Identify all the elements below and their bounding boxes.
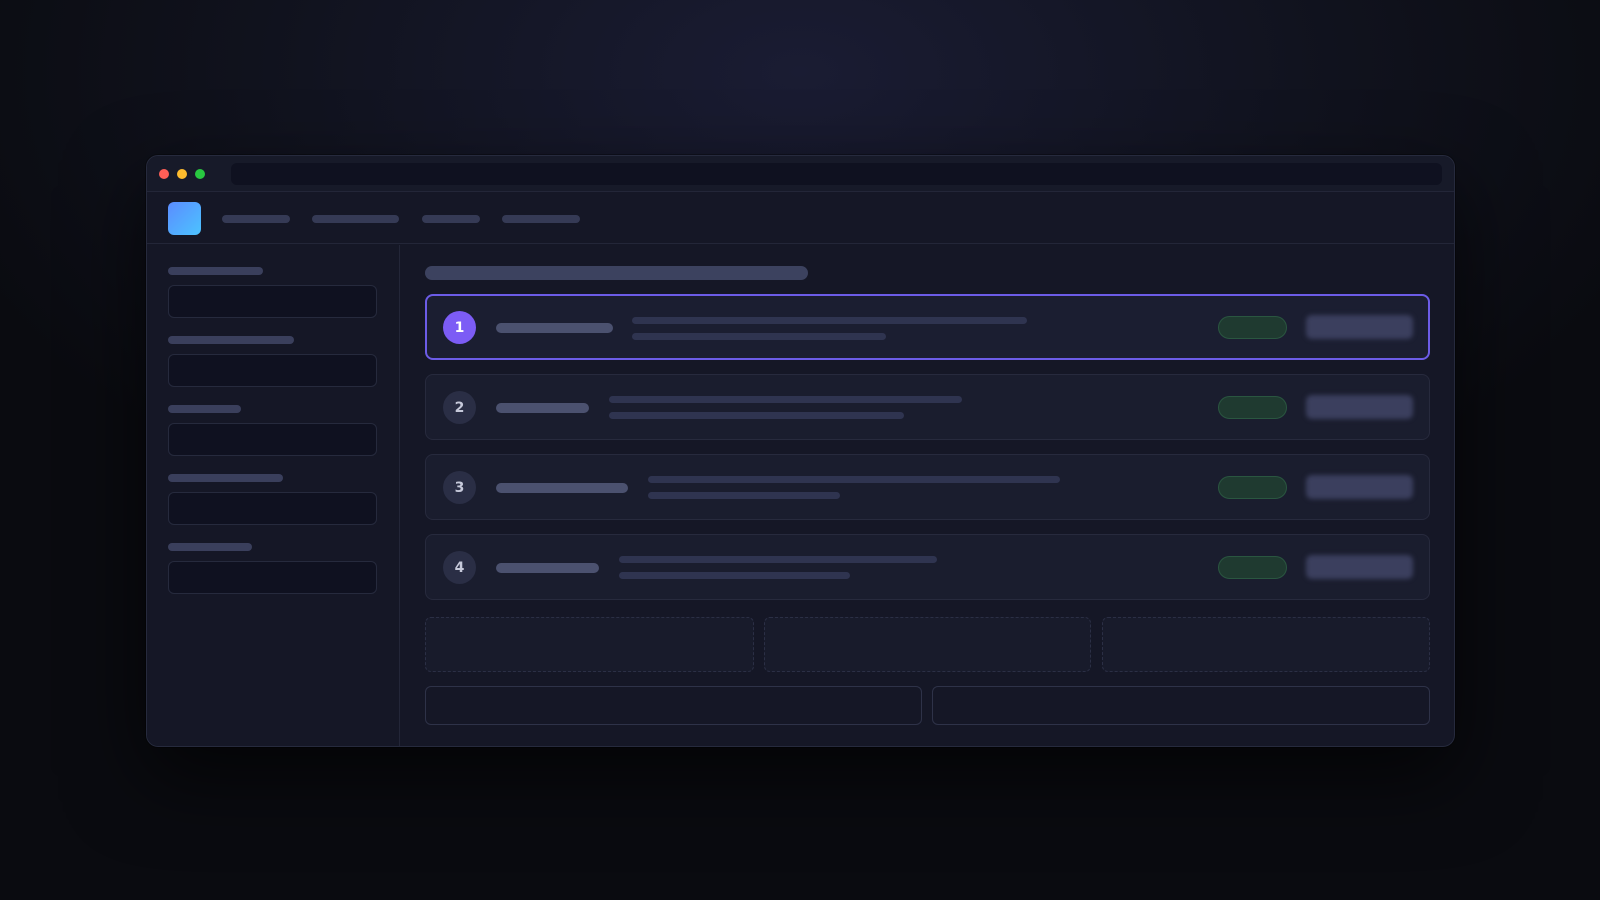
row-description-line-2 <box>648 492 840 499</box>
list-row-2[interactable]: 2 <box>425 374 1430 440</box>
row-description-line-1 <box>648 476 1060 483</box>
row-action-button[interactable] <box>1306 315 1413 339</box>
row-description-line-1 <box>609 396 962 403</box>
step-number-badge: 4 <box>443 551 476 584</box>
status-badge <box>1218 396 1287 419</box>
row-description-line-2 <box>609 412 904 419</box>
row-action-button[interactable] <box>1306 475 1413 499</box>
top-navigation <box>147 193 1454 244</box>
row-description-line-2 <box>632 333 886 340</box>
form-input-3[interactable] <box>168 423 377 456</box>
field-label-4 <box>168 474 283 482</box>
row-title <box>496 483 628 493</box>
field-label-2 <box>168 336 294 344</box>
step-number-badge: 1 <box>443 311 476 344</box>
row-description-line-2 <box>619 572 850 579</box>
nav-link-4[interactable] <box>502 215 580 223</box>
form-input-5[interactable] <box>168 561 377 594</box>
status-badge <box>1218 316 1287 339</box>
field-label-1 <box>168 267 263 275</box>
nav-link-1[interactable] <box>222 215 290 223</box>
row-title <box>496 563 599 573</box>
status-badge <box>1218 556 1287 579</box>
form-input-1[interactable] <box>168 285 377 318</box>
field-label-5 <box>168 543 252 551</box>
list-row-4[interactable]: 4 <box>425 534 1430 600</box>
step-number-badge: 2 <box>443 391 476 424</box>
nav-link-3[interactable] <box>422 215 480 223</box>
placeholder-panel-3 <box>1102 617 1430 672</box>
sidebar-form <box>147 245 400 746</box>
secondary-button[interactable] <box>425 686 922 725</box>
status-badge <box>1218 476 1287 499</box>
close-window-icon[interactable] <box>159 169 169 179</box>
maximize-window-icon[interactable] <box>195 169 205 179</box>
row-description-line-1 <box>619 556 937 563</box>
placeholder-panel-1 <box>425 617 754 672</box>
placeholder-panel-2 <box>764 617 1091 672</box>
app-logo-icon[interactable] <box>168 202 201 235</box>
row-description-line-1 <box>632 317 1027 324</box>
row-title <box>496 323 613 333</box>
tertiary-button[interactable] <box>932 686 1430 725</box>
list-row-3[interactable]: 3 <box>425 454 1430 520</box>
minimize-window-icon[interactable] <box>177 169 187 179</box>
field-label-3 <box>168 405 241 413</box>
step-number-badge: 3 <box>443 471 476 504</box>
address-bar[interactable] <box>231 163 1442 185</box>
title-bar <box>147 156 1454 192</box>
form-input-4[interactable] <box>168 492 377 525</box>
row-action-button[interactable] <box>1306 555 1413 579</box>
nav-link-2[interactable] <box>312 215 399 223</box>
content-heading <box>425 266 808 280</box>
row-action-button[interactable] <box>1306 395 1413 419</box>
row-title <box>496 403 589 413</box>
list-row-1[interactable]: 1 <box>425 294 1430 360</box>
form-input-2[interactable] <box>168 354 377 387</box>
